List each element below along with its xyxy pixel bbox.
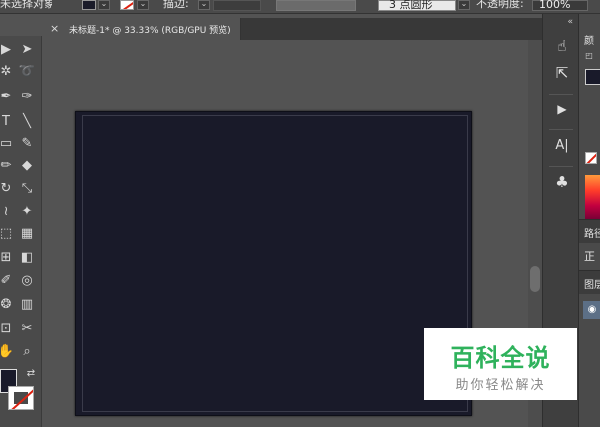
pencil-icon[interactable]: ✏: [0, 156, 16, 176]
stroke-label: 描边:: [163, 0, 189, 10]
tools-panel: ▶ ➤ ✲ ➰ ✒ ✑ T ╲ ▭ ✎ ✏ ◆ ↻ ⤡ ≀ ✦ ⬚ ▦ ⊞ ◧ …: [0, 36, 42, 427]
puppet-warp-icon[interactable]: ✦: [17, 202, 37, 222]
document-tab-bar: × 未标题-1* @ 33.33% (RGB/GPU 预览): [42, 18, 542, 40]
panel-fill-swatch[interactable]: [585, 69, 600, 85]
scale-tool-icon[interactable]: ⤡: [17, 179, 37, 199]
brush-dropdown[interactable]: ⌄: [458, 0, 470, 10]
symbol-sprayer-icon[interactable]: ❂: [0, 295, 16, 315]
slice-tool-icon[interactable]: ✂: [17, 319, 37, 339]
stroke-color-box[interactable]: [8, 386, 34, 410]
artboard-guide: [82, 115, 468, 412]
pen-tool-icon[interactable]: ✒: [0, 87, 16, 107]
export-icon[interactable]: ⇱: [552, 63, 572, 83]
layers-panel-header: 图层: [579, 270, 600, 294]
paintbrush-icon[interactable]: ✎: [17, 134, 37, 154]
perspective-grid-icon[interactable]: ▦: [17, 224, 37, 244]
path-label: 路径: [584, 229, 600, 240]
brush-definition-value: 3 点圆形: [389, 0, 433, 11]
document-tab[interactable]: × 未标题-1* @ 33.33% (RGB/GPU 预览): [42, 18, 241, 40]
none-swatch[interactable]: [585, 152, 597, 164]
stroke-weight-dropdown[interactable]: ⌄: [198, 0, 210, 10]
club-symbol-icon[interactable]: ♣: [552, 172, 572, 192]
fill-swatch[interactable]: [82, 0, 96, 10]
lasso-icon[interactable]: ➰: [17, 62, 37, 82]
fill-dropdown[interactable]: ⌄: [98, 0, 110, 10]
free-transform-icon[interactable]: ⬚: [0, 224, 16, 244]
character-icon[interactable]: A|: [552, 136, 572, 156]
play-action-icon[interactable]: ▶: [552, 99, 572, 119]
strip-divider: [549, 129, 573, 130]
path-panel-header: 路径: [579, 219, 600, 243]
puppet-icon[interactable]: ☝: [552, 36, 572, 56]
curvature-tool-icon[interactable]: ✑: [17, 87, 37, 107]
type-tool-icon[interactable]: T: [0, 112, 16, 132]
artboard[interactable]: [75, 111, 472, 416]
strip-divider: [549, 94, 573, 95]
close-tab-icon[interactable]: ×: [50, 22, 59, 35]
default-colors-icon[interactable]: ◰: [583, 50, 595, 62]
blend-tool-icon[interactable]: ◎: [17, 271, 37, 291]
brush-definition-field[interactable]: 3 点圆形: [378, 0, 456, 11]
scrollbar-thumb[interactable]: [530, 266, 540, 292]
opacity-label: 不透明度:: [476, 0, 524, 10]
layers-label: 图层: [584, 280, 600, 291]
eyedropper-icon[interactable]: ✐: [0, 271, 16, 291]
blend-mode-label[interactable]: 正: [584, 248, 595, 264]
stroke-swatch[interactable]: [120, 0, 134, 10]
opacity-value: 100%: [539, 0, 571, 11]
select-tool-icon[interactable]: ▶: [0, 40, 16, 60]
hand-tool-icon[interactable]: ✋: [0, 342, 16, 362]
selection-status: 未选择对象: [0, 0, 52, 10]
color-panel-title: 颜: [584, 36, 594, 47]
direct-select-tool-icon[interactable]: ➤: [17, 40, 37, 60]
line-tool-icon[interactable]: ╲: [17, 112, 37, 132]
watermark-subtitle: 助你轻松解决: [455, 378, 546, 393]
rectangle-tool-icon[interactable]: ▭: [0, 134, 16, 154]
column-graph-icon[interactable]: ▥: [17, 295, 37, 315]
color-spectrum[interactable]: [585, 175, 600, 219]
artboard-tool-icon[interactable]: ⊡: [0, 319, 16, 339]
watermark-box: 百科全说 助你轻松解决: [424, 328, 577, 400]
stroke-weight-field[interactable]: [213, 0, 261, 11]
eraser-icon[interactable]: ◆: [17, 156, 37, 176]
width-tool-icon[interactable]: ≀: [0, 202, 16, 222]
document-tab-title: 未标题-1* @ 33.33% (RGB/GPU 预览): [69, 26, 231, 36]
zoom-tool-icon[interactable]: ⌕: [17, 342, 37, 362]
opacity-field[interactable]: 100%: [532, 0, 588, 11]
strip-divider: [549, 166, 573, 167]
control-bar: 未选择对象 ⌄ ⌄ 描边: ⌄ 3 点圆形 ⌄ 不透明度: 100%: [0, 0, 600, 14]
collapse-panels-icon[interactable]: «: [543, 18, 579, 28]
gradient-tool-icon[interactable]: ◧: [17, 248, 37, 268]
watermark-title: 百科全说: [450, 344, 551, 372]
magic-wand-icon[interactable]: ✲: [0, 62, 16, 82]
swap-fill-stroke-icon[interactable]: ⇄: [21, 364, 41, 384]
visibility-eye-icon[interactable]: ◉: [583, 301, 600, 319]
rotate-tool-icon[interactable]: ↻: [0, 179, 16, 199]
stroke-dropdown[interactable]: ⌄: [137, 0, 149, 10]
mesh-tool-icon[interactable]: ⊞: [0, 248, 16, 268]
variable-width-field[interactable]: [276, 0, 356, 11]
right-panel: 颜 ◰ 路径 正 图层 ◉: [578, 14, 600, 427]
